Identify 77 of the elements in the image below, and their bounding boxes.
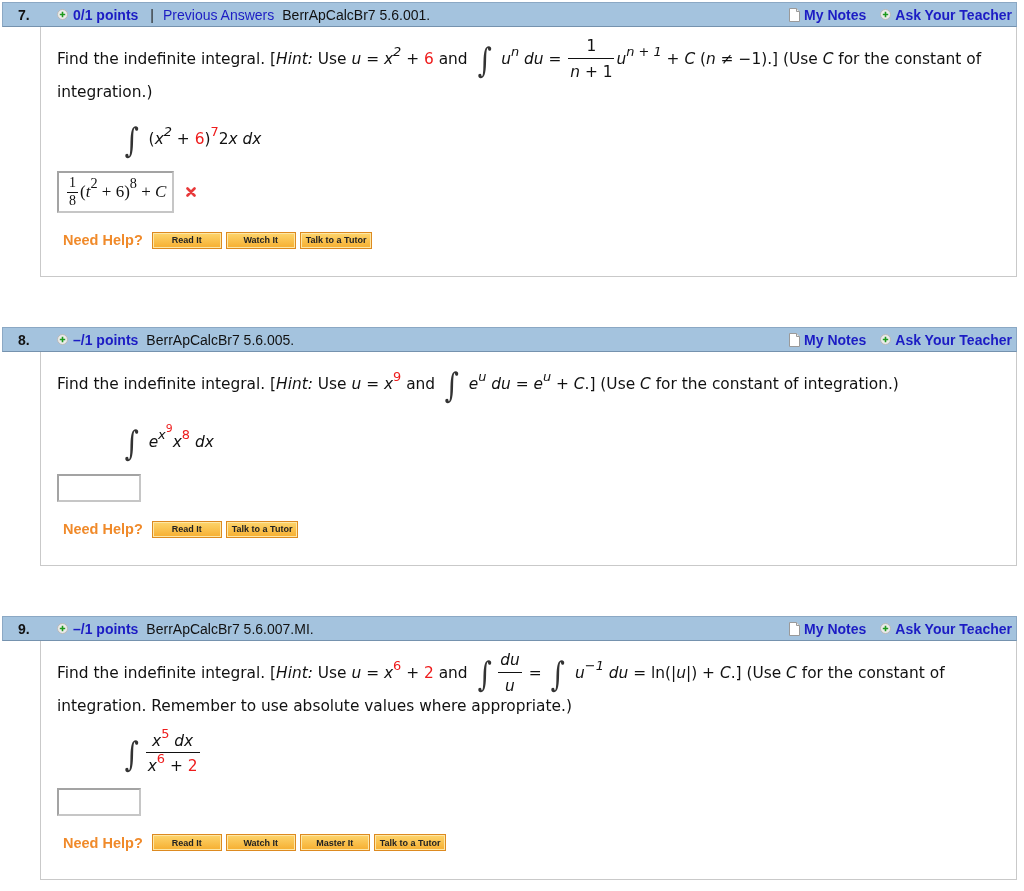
integral-sign: ∫ — [124, 737, 139, 772]
ask-teacher-link[interactable]: Ask Your Teacher — [880, 6, 1012, 23]
math-expression: e — [147, 433, 159, 452]
need-help-label: Need Help? — [63, 521, 143, 538]
points-link[interactable]: –/1 points — [73, 620, 139, 637]
math-expression: ) — [204, 130, 211, 148]
parameter-value: 2 — [423, 664, 434, 683]
integral-sign: ∫ — [551, 656, 566, 691]
note-icon[interactable] — [789, 621, 801, 636]
ask-teacher-link[interactable]: Ask Your Teacher — [880, 620, 1012, 637]
question-text: integration.) — [57, 83, 153, 101]
plus-icon[interactable] — [880, 9, 892, 20]
question-code: BerrApCalcBr7 5.6.007.MI. — [146, 620, 314, 637]
math-expression: x dx — [228, 130, 262, 148]
parameter-value: 6 — [423, 50, 434, 68]
help-button[interactable]: Read It — [151, 231, 222, 249]
question-text: 1 — [586, 37, 597, 56]
question-text: = — [527, 664, 543, 683]
my-notes-link[interactable]: My Notes — [789, 6, 867, 23]
my-notes-link[interactable]: My Notes — [789, 620, 867, 637]
help-button[interactable]: Read It — [151, 834, 222, 852]
question-text: integration. Remember to use absolute values where appropriate.) — [57, 697, 572, 716]
question-number: 8. — [17, 331, 31, 348]
question-text: and — [437, 50, 469, 68]
points-link[interactable]: –/1 points — [73, 331, 139, 348]
need-help-label: Need Help? — [63, 834, 143, 851]
integral-sign: ∫ — [124, 425, 139, 460]
plus-icon[interactable] — [57, 9, 68, 20]
plus-icon[interactable] — [880, 623, 892, 635]
note-icon[interactable] — [789, 7, 801, 22]
integral-sign: ∫ — [444, 367, 459, 402]
question-code: BerrApCalcBr7 5.6.001. — [282, 6, 431, 23]
ask-teacher-link[interactable]: Ask Your Teacher — [880, 331, 1012, 348]
math-expression: x — [152, 732, 162, 751]
need-help-label: Need Help? — [63, 232, 143, 249]
help-button[interactable]: Watch It — [225, 834, 296, 852]
integral-sign: ∫ — [477, 656, 492, 691]
previous-answers-link[interactable]: Previous Answers — [163, 6, 275, 23]
question-text: Find the indefinite integral. [Hint: Use u = x — [57, 375, 394, 394]
question-text: + — [405, 664, 421, 683]
plus-icon[interactable] — [57, 334, 68, 346]
question-text: du — [500, 651, 520, 670]
plus-icon[interactable] — [880, 334, 892, 346]
points-link[interactable]: 0/1 points — [73, 6, 139, 23]
math-expression: x — [172, 433, 182, 452]
question-text: e$^{u}$ du = e$^{u}$ + C.] (Use C for the constant of integration.) — [467, 375, 899, 394]
math-expression: dx — [193, 433, 214, 452]
math-expression: 2 — [218, 130, 229, 148]
question-number: 9. — [17, 620, 31, 637]
math-expression: x — [158, 427, 166, 443]
question-text: u — [505, 676, 515, 695]
integral-sign: ∫ — [124, 122, 139, 157]
question-text: u$^{n}$ du = — [500, 50, 563, 68]
answer-field[interactable] — [57, 474, 141, 503]
parameter-value: 6 — [194, 130, 205, 148]
parameter-value: 2 — [187, 757, 198, 776]
help-button[interactable]: Talk to a Tutor — [225, 520, 299, 538]
help-button[interactable]: Watch It — [225, 231, 296, 249]
help-button[interactable]: Talk to a Tutor — [373, 834, 447, 852]
math-expression: + — [168, 757, 184, 776]
math-expression: x — [147, 757, 157, 776]
help-button[interactable]: Talk to a Tutor — [299, 231, 373, 249]
question-text: Find the indefinite integral. [Hint: Use u = x — [57, 664, 394, 683]
plus-icon[interactable] — [57, 623, 68, 635]
help-button[interactable]: Master It — [299, 834, 370, 852]
answer-field[interactable] — [57, 787, 141, 816]
math-expression: dx — [173, 732, 194, 751]
note-icon[interactable] — [789, 332, 801, 347]
question-text: n + 1 — [570, 62, 613, 81]
question-code: BerrApCalcBr7 5.6.005. — [146, 331, 295, 348]
question-text: and — [405, 375, 437, 394]
my-notes-link[interactable]: My Notes — [789, 331, 867, 348]
question-text: and — [437, 664, 469, 683]
question-number: 7. — [17, 6, 31, 23]
integral-sign: ∫ — [477, 42, 492, 77]
help-button[interactable]: Read It — [151, 520, 222, 538]
header-separator: | — [150, 6, 154, 23]
